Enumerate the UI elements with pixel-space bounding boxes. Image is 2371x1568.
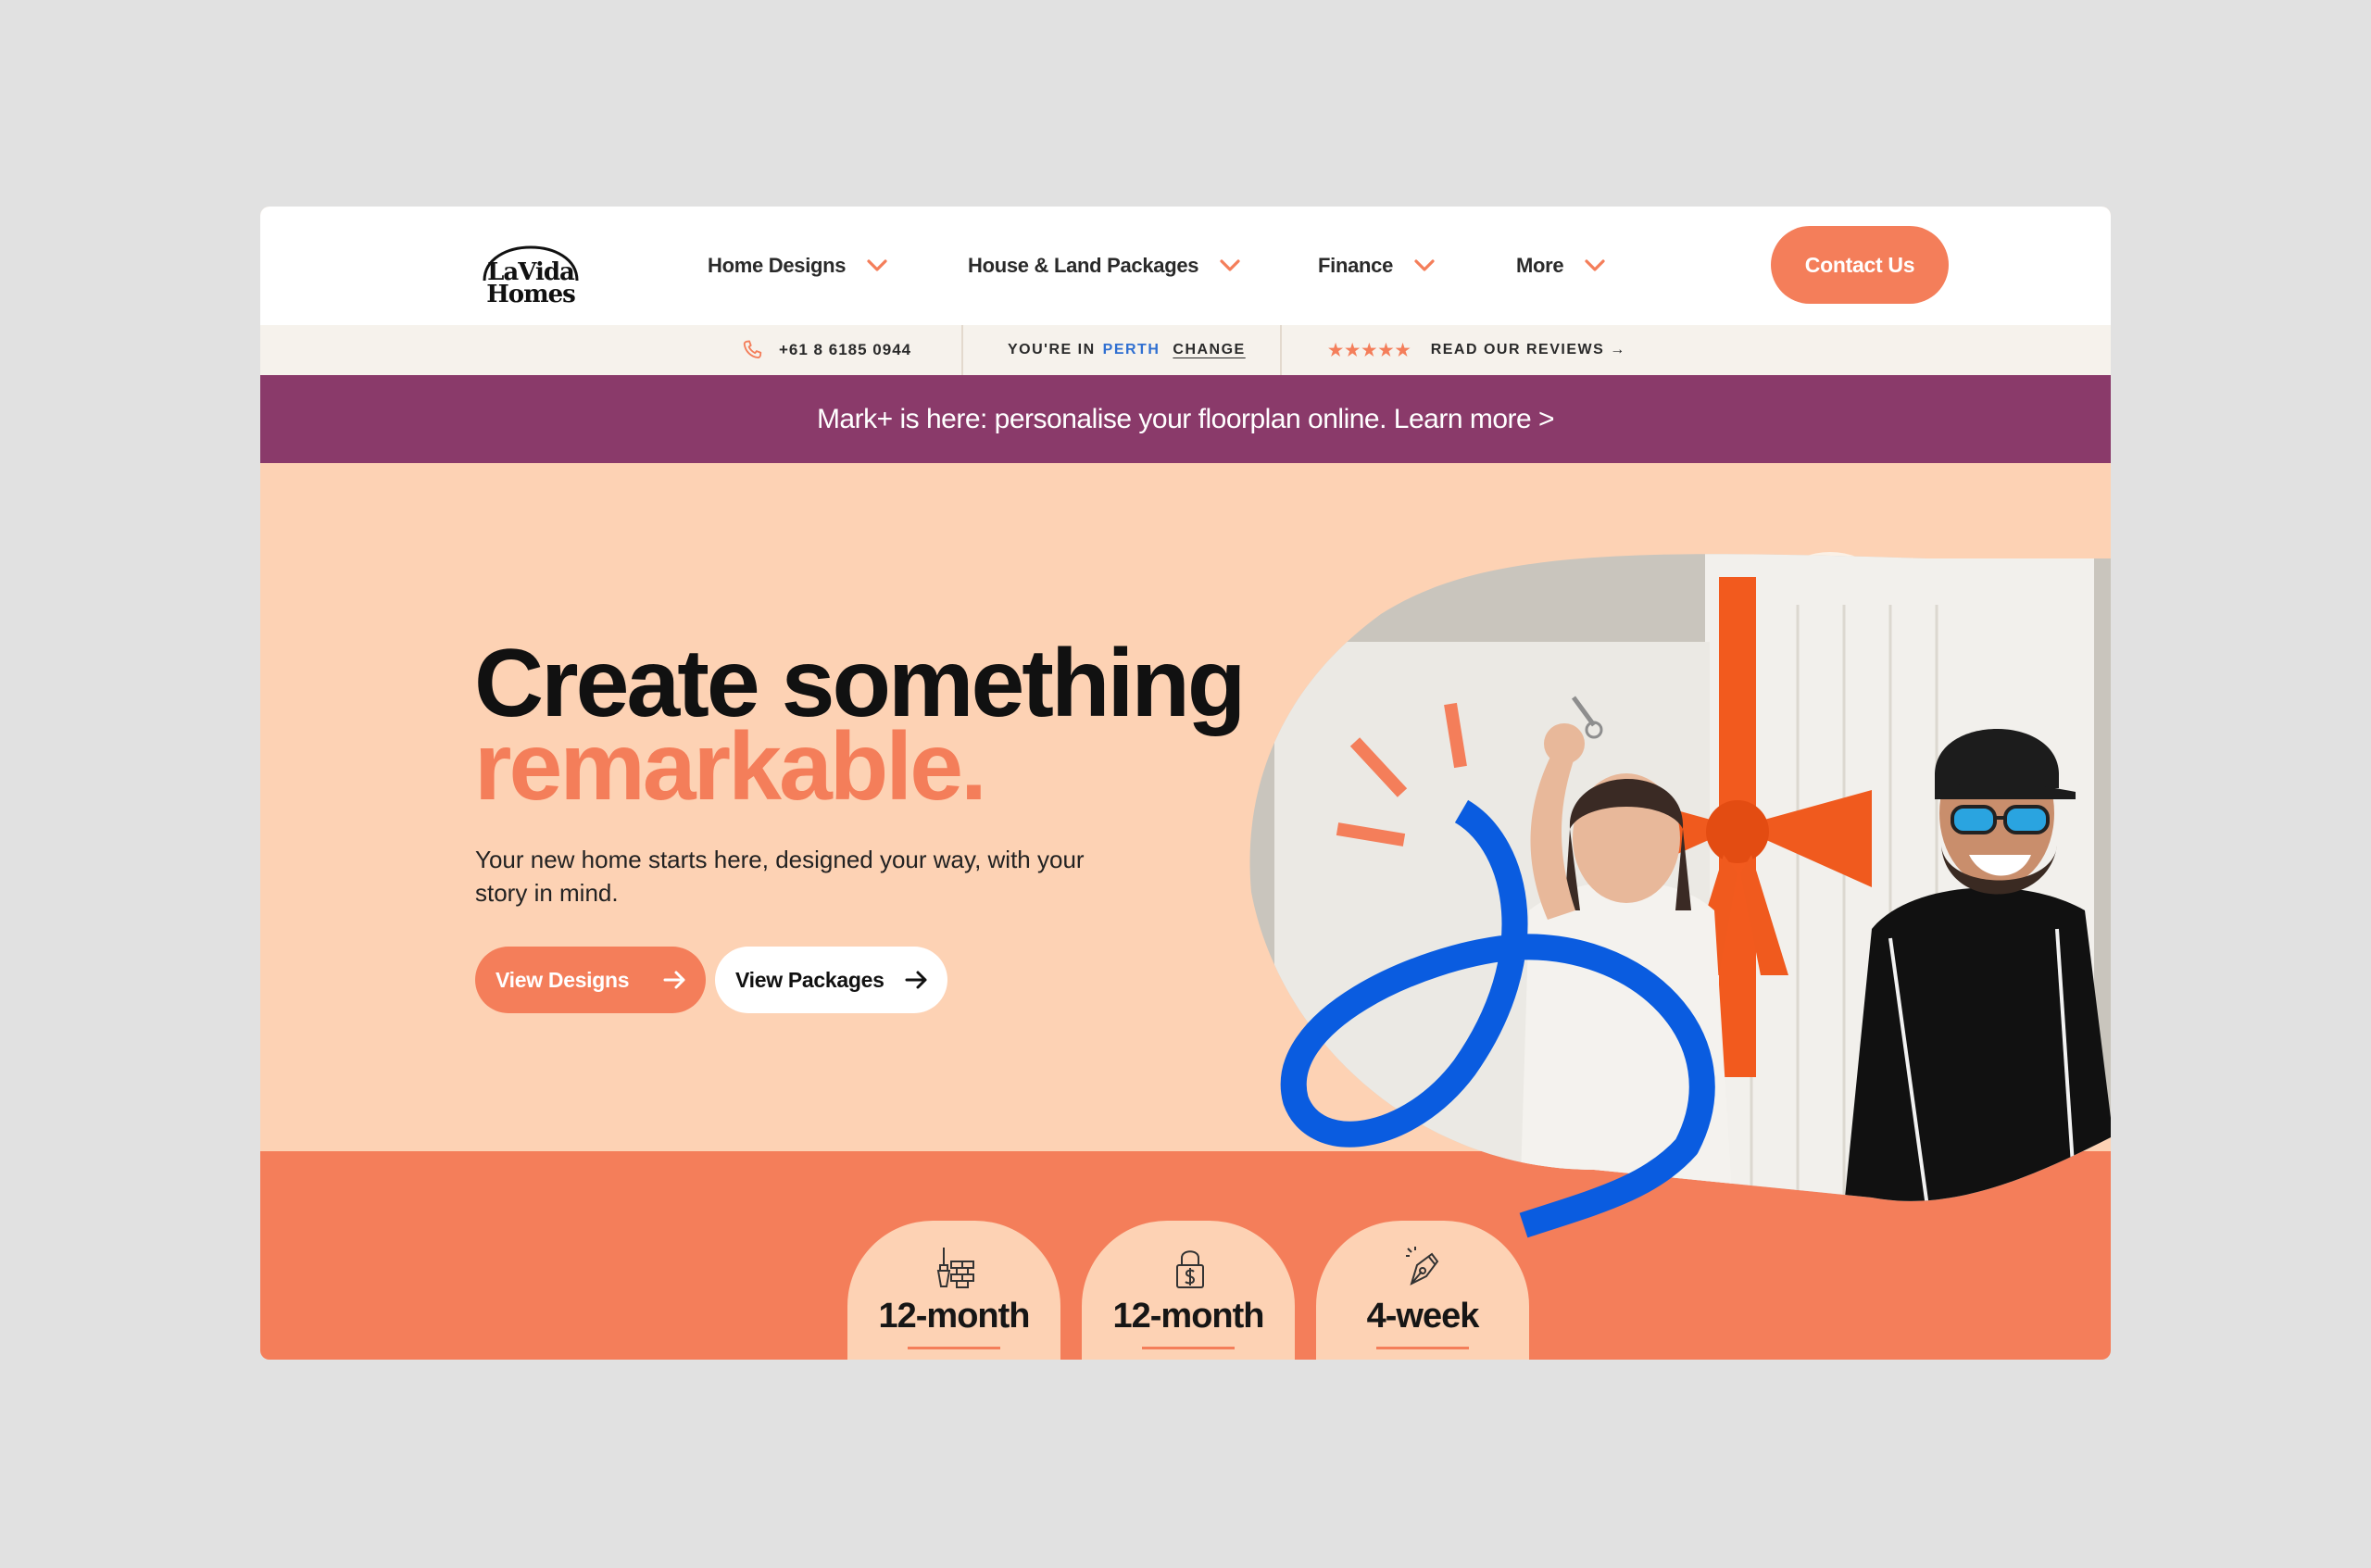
nav-more[interactable]: More [1516, 247, 1606, 284]
nav-more-label: More [1516, 254, 1564, 277]
nav-finance-label: Finance [1318, 254, 1394, 277]
arrow-right-icon [663, 971, 685, 989]
location-city: PERTH [1102, 342, 1160, 358]
highlight-value: 12-month [1112, 1297, 1265, 1336]
highlight-value: 4-week [1366, 1297, 1480, 1336]
nav-house-land-packages[interactable]: House & Land Packages [968, 247, 1241, 284]
chevron-down-icon [1220, 259, 1240, 271]
announcement-text: Mark+ is here: personalise your floorpla… [816, 403, 1555, 434]
location-prefix: YOU'RE IN [1008, 342, 1096, 358]
top-navigation: LaVida Homes Home Designs House & Land P… [260, 207, 2111, 325]
pen-nib-icon [1406, 1247, 1439, 1286]
announcement-banner[interactable]: Mark+ is here: personalise your floorpla… [260, 375, 2111, 463]
hero-subtitle: Your new home starts here, designed your… [475, 846, 1085, 907]
contact-us-button[interactable]: Contact Us [1771, 226, 1949, 304]
highlight-underline [908, 1347, 1000, 1349]
highlight-underline [1376, 1347, 1469, 1349]
reviews-label: READ OUR REVIEWS → [1430, 342, 1626, 358]
highlight-card: 12-month [847, 1221, 1060, 1360]
hero-title-line2: remarkable. [474, 713, 987, 821]
cream-blob-shape [1524, 552, 2017, 1133]
star-rating-icon: ★★★★★ [1328, 340, 1412, 359]
arrow-right-icon [905, 971, 927, 989]
phone-number: +61 8 6185 0944 [779, 341, 912, 358]
divider [961, 325, 963, 375]
chevron-down-icon [1414, 259, 1435, 271]
view-designs-label: View Designs [496, 967, 630, 992]
view-packages-label: View Packages [735, 967, 884, 992]
dollar-lock-icon [1176, 1250, 1204, 1288]
view-packages-button[interactable]: View Packages [715, 947, 947, 1013]
web-page: LaVida Homes Home Designs House & Land P… [260, 207, 2111, 1360]
nav-home-designs-label: Home Designs [708, 254, 847, 277]
reviews-link[interactable]: ★★★★★ READ OUR REVIEWS → [1328, 325, 1626, 375]
nav-house-land-label: House & Land Packages [968, 254, 1199, 277]
lavida-homes-logo[interactable]: LaVida Homes [475, 227, 586, 308]
phone-link[interactable]: +61 8 6185 0944 [740, 325, 911, 375]
chevron-down-icon [1585, 259, 1605, 271]
highlight-card: 12-month [1082, 1221, 1295, 1360]
couple-holding-house-keys-photo [1249, 554, 2111, 1201]
nav-home-designs[interactable]: Home Designs [708, 247, 888, 284]
highlight-value: 12-month [878, 1297, 1031, 1336]
location-selector: YOU'RE IN PERTH CHANGE [1008, 325, 1246, 375]
utility-bar: +61 8 6185 0944 YOU'RE IN PERTH CHANGE ★… [260, 325, 2111, 376]
divider [1280, 325, 1282, 375]
change-location-link[interactable]: CHANGE [1173, 342, 1245, 358]
nav-finance[interactable]: Finance [1318, 247, 1436, 284]
highlight-card: 4-week [1316, 1221, 1529, 1360]
phone-icon [743, 340, 762, 358]
bricks-trowel-icon [936, 1248, 974, 1288]
chevron-down-icon [867, 259, 887, 271]
logo-text-line2: Homes [486, 281, 576, 308]
sparkle-accent-shape [1336, 702, 1467, 847]
highlight-underline [1142, 1347, 1235, 1349]
view-designs-button[interactable]: View Designs [475, 947, 706, 1013]
